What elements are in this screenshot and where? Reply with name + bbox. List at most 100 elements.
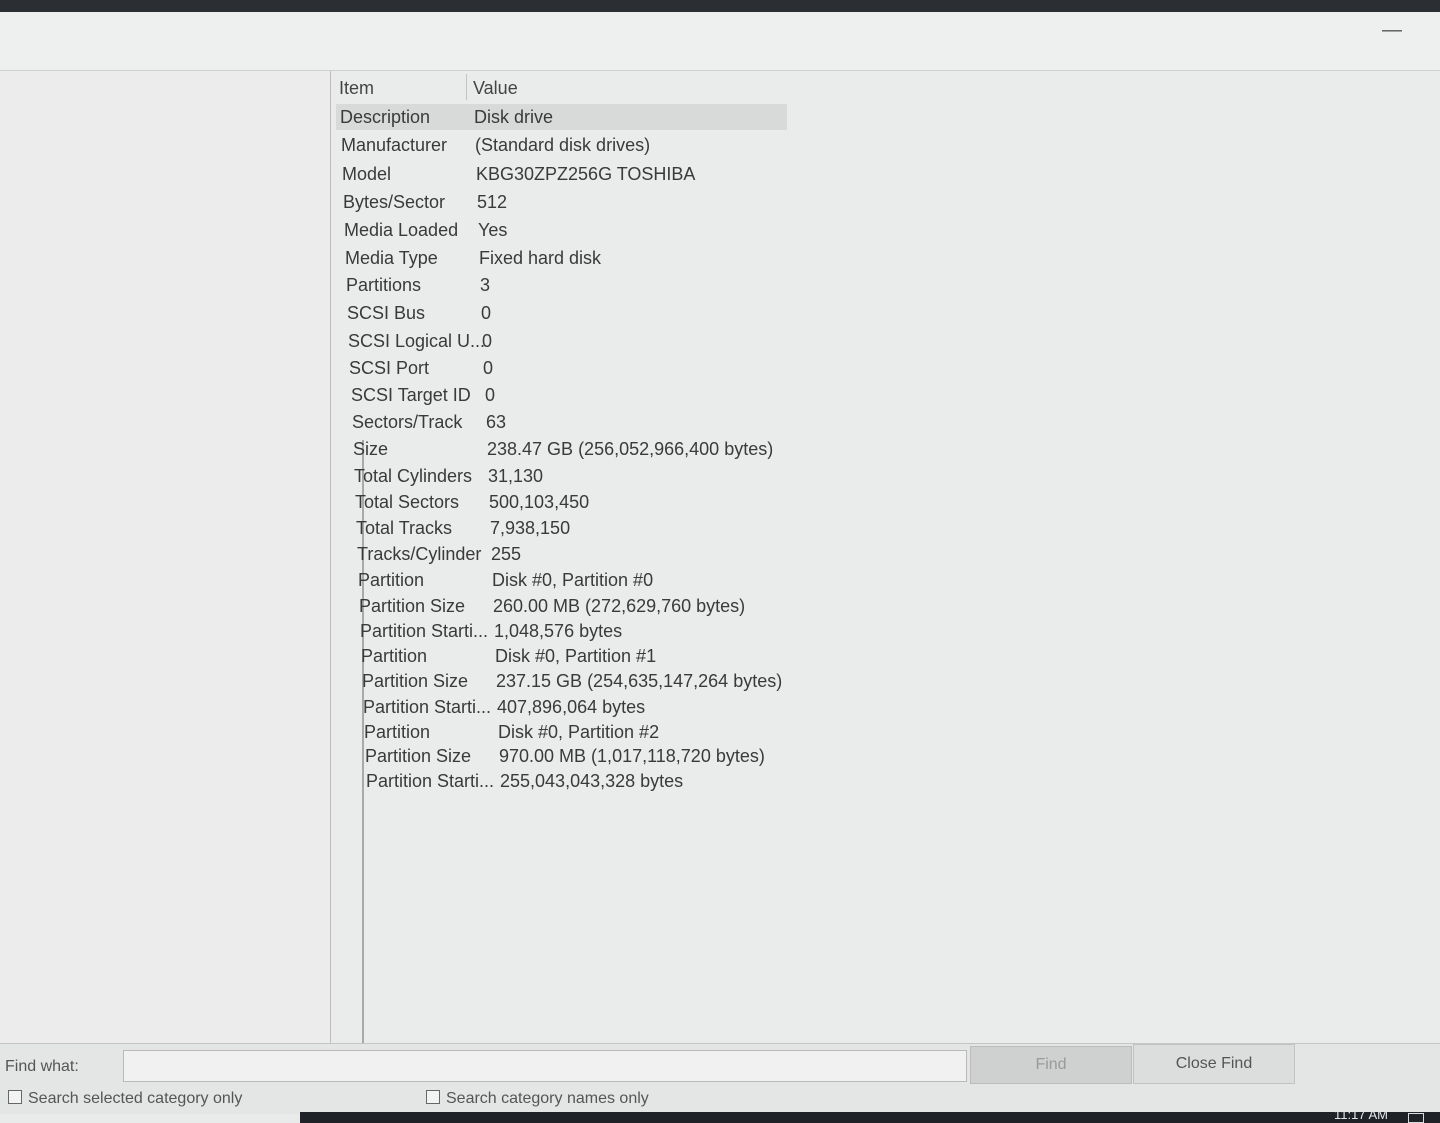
table-row[interactable]: SCSI Bus 0 <box>336 300 766 326</box>
row-value: 970.00 MB (1,017,118,720 bytes) <box>499 746 765 766</box>
row-value: 3 <box>480 275 491 295</box>
row-item-label: Total Cylinders <box>354 466 473 486</box>
minimize-icon[interactable]: — <box>1380 20 1404 44</box>
row-item-label: Media Type <box>345 248 438 268</box>
row-value: 31,130 <box>488 466 544 486</box>
window-titlebar: — <box>0 12 1440 71</box>
notification-icon[interactable] <box>1408 1113 1424 1123</box>
table-row[interactable]: Bytes/Sector 512 <box>336 189 766 215</box>
row-item-label: Partition Size <box>359 596 466 616</box>
row-item-label: SCSI Bus <box>347 303 426 323</box>
row-item-label: Partition <box>364 722 431 742</box>
table-row[interactable]: Sectors/Track 63 <box>336 409 766 435</box>
row-value: 0 <box>482 331 493 351</box>
column-header-value[interactable]: Value <box>473 78 518 99</box>
row-item-label: Partition Size <box>362 671 469 691</box>
table-row-selected[interactable]: Description Disk drive <box>336 104 787 130</box>
row-value: 512 <box>477 192 508 212</box>
table-row[interactable]: Partition Size 260.00 MB (272,629,760 byt… <box>336 593 766 619</box>
row-value: 63 <box>486 412 507 432</box>
find-what-label: Find what: <box>5 1058 79 1075</box>
table-row[interactable]: Media Loaded Yes <box>336 217 766 243</box>
table-row[interactable]: Partition Starti... 407,896,064 bytes <box>336 694 766 720</box>
row-item-label: Partition <box>358 570 425 590</box>
row-item-label: Partition Starti... <box>366 771 495 791</box>
row-item-label: Bytes/Sector <box>343 192 446 212</box>
table-row[interactable]: SCSI Port 0 <box>336 355 766 381</box>
row-value: 237.15 GB (254,635,147,264 bytes) <box>496 671 783 691</box>
row-value: 7,938,150 <box>490 518 571 538</box>
row-value: Disk #0, Partition #2 <box>498 722 660 742</box>
row-item-label: Partition <box>361 646 428 666</box>
row-item-label: Media Loaded <box>344 220 459 240</box>
row-value: Yes <box>478 220 508 240</box>
search-names-label: Search category names only <box>446 1090 649 1107</box>
row-value: 0 <box>481 303 492 323</box>
row-item-label: Partitions <box>346 275 422 295</box>
table-row[interactable]: Partitions 3 <box>336 272 766 298</box>
row-value: 260.00 MB (272,629,760 bytes) <box>493 596 746 616</box>
table-row[interactable]: Total Sectors 500,103,450 <box>336 489 766 515</box>
table-row[interactable]: Manufacturer (Standard disk drives) <box>336 132 766 158</box>
row-item-label: Total Tracks <box>356 518 453 538</box>
row-item-label: SCSI Logical U... <box>348 331 486 351</box>
checkbox-icon[interactable] <box>8 1090 22 1104</box>
table-row[interactable]: Partition Starti... 255,043,043,328 bytes <box>336 768 766 794</box>
row-item-label: Size <box>353 439 389 459</box>
find-button[interactable]: Find <box>970 1046 1132 1084</box>
table-row[interactable]: Partition Starti... 1,048,576 bytes <box>336 618 766 644</box>
table-row[interactable]: Partition Size 237.15 GB (254,635,147,264… <box>336 668 782 694</box>
table-row[interactable]: SCSI Target ID 0 <box>336 382 766 408</box>
row-item-label: Partition Size <box>365 746 472 766</box>
search-category-names-checkbox[interactable]: Search category names only <box>426 1090 649 1108</box>
row-value: 238.47 GB (256,052,966,400 bytes) <box>487 439 774 459</box>
table-row[interactable]: Partition Size 970.00 MB (1,017,118,720 b… <box>336 743 766 769</box>
table-row[interactable]: Size 238.47 GB (256,052,966,400 bytes) <box>336 436 773 462</box>
row-value: 0 <box>485 385 496 405</box>
row-value: 0 <box>483 358 494 378</box>
taskbar-clock[interactable]: 11:17 AM <box>1334 1107 1388 1122</box>
find-bar: Find what: Find Close Find Search select… <box>0 1043 1440 1114</box>
table-row[interactable]: Partition Disk #0, Partition #2 <box>336 719 766 745</box>
row-value: (Standard disk drives) <box>475 135 651 155</box>
table-row[interactable]: Media Type Fixed hard disk <box>336 245 766 271</box>
search-selected-label: Search selected category only <box>28 1090 243 1107</box>
category-tree-pane[interactable] <box>0 71 331 1043</box>
close-find-button[interactable]: Close Find <box>1133 1044 1295 1084</box>
row-value: Disk #0, Partition #1 <box>495 646 657 666</box>
taskbar: 11:17 AM <box>300 1107 1440 1123</box>
row-item-label: Partition Starti... <box>360 621 489 641</box>
row-value: Disk drive <box>474 107 554 127</box>
row-value: 500,103,450 <box>489 492 590 512</box>
row-value: 1,048,576 bytes <box>494 621 623 641</box>
row-item-label: Manufacturer <box>341 135 448 155</box>
row-value: 255 <box>491 544 522 564</box>
list-header: Item Value <box>336 74 788 100</box>
table-row[interactable]: Model KBG30ZPZ256G TOSHIBA <box>336 161 766 187</box>
row-item-label: Partition Starti... <box>363 697 492 717</box>
row-value: Disk #0, Partition #0 <box>492 570 654 590</box>
table-row[interactable]: SCSI Logical U... 0 <box>336 328 766 354</box>
row-value: Fixed hard disk <box>479 248 602 268</box>
column-separator[interactable] <box>466 74 467 100</box>
find-what-input[interactable] <box>123 1050 967 1082</box>
row-item-label: Total Sectors <box>355 492 460 512</box>
table-row[interactable]: Total Tracks 7,938,150 <box>336 515 766 541</box>
screen-bezel <box>0 0 1440 12</box>
table-row[interactable]: Total Cylinders 31,130 <box>336 463 766 489</box>
checkbox-icon[interactable] <box>426 1090 440 1104</box>
search-selected-category-checkbox[interactable]: Search selected category only <box>8 1090 242 1108</box>
column-header-item[interactable]: Item <box>339 78 374 99</box>
table-row[interactable]: Partition Disk #0, Partition #0 <box>336 567 766 593</box>
row-value: 407,896,064 bytes <box>497 697 646 717</box>
row-item-label: Sectors/Track <box>352 412 463 432</box>
row-value: KBG30ZPZ256G TOSHIBA <box>476 164 696 184</box>
row-item-label: Tracks/Cylinder <box>357 544 482 564</box>
row-item-label: SCSI Port <box>349 358 430 378</box>
row-value: 255,043,043,328 bytes <box>500 771 684 791</box>
table-row[interactable]: Partition Disk #0, Partition #1 <box>336 643 766 669</box>
row-item-label: SCSI Target ID <box>351 385 471 405</box>
row-item-label: Description <box>340 107 431 127</box>
row-item-label: Model <box>342 164 392 184</box>
table-row[interactable]: Tracks/Cylinder 255 <box>336 541 766 567</box>
